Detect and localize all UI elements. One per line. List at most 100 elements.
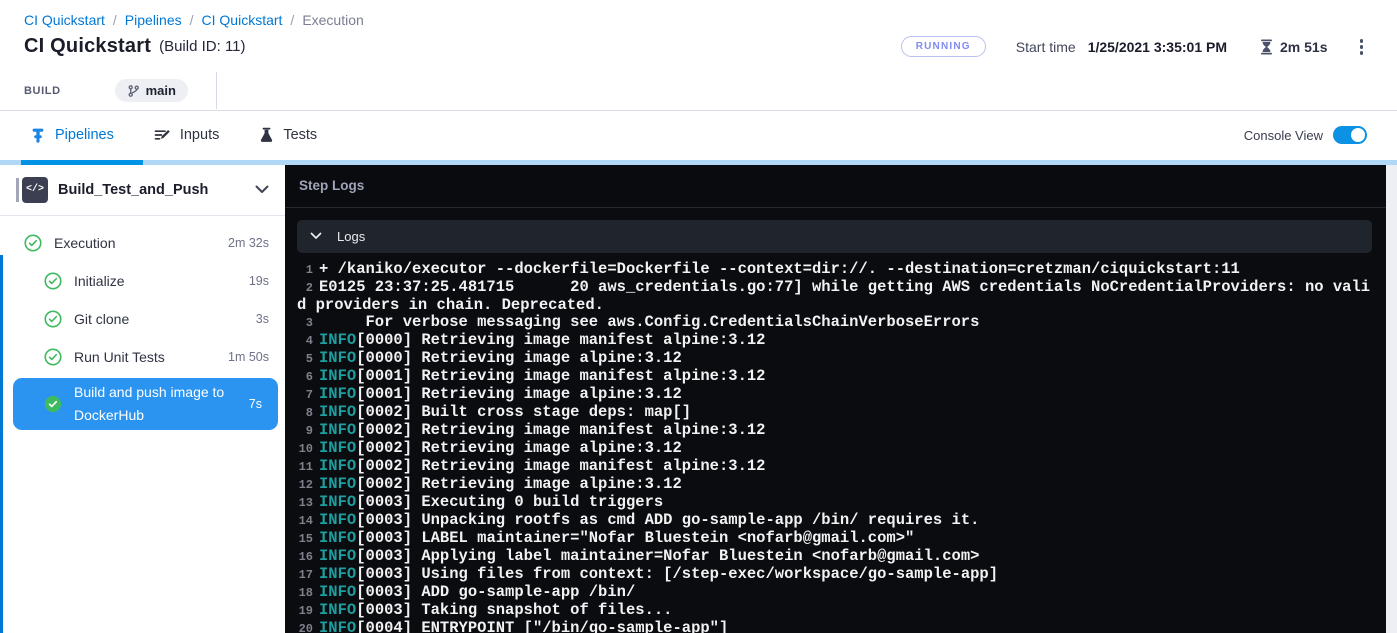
tab-label: Inputs <box>180 127 220 143</box>
tab-inputs[interactable]: Inputs <box>154 127 220 143</box>
step-duration: 7s <box>241 397 262 411</box>
log-line-text: INFO[0004] ENTRYPOINT ["/bin/go-sample-a… <box>319 620 728 633</box>
log-line: 6 INFO[0001] Retrieving image manifest al… <box>297 368 1372 386</box>
log-line-text: INFO[0001] Retrieving image manifest alp… <box>319 368 766 385</box>
log-line-text: INFO[0003] Applying label maintainer=Nof… <box>319 548 979 565</box>
log-line-number: 3 <box>297 315 313 332</box>
kebab-menu-icon[interactable] <box>1354 35 1370 59</box>
log-line: 9 INFO[0002] Retrieving image manifest al… <box>297 422 1372 440</box>
log-line-text: d providers in chain. Deprecated. <box>297 297 604 314</box>
page-title: CI Quickstart <box>24 35 151 58</box>
log-line: 1 + /kaniko/executor --dockerfile=Dockerf… <box>297 261 1372 279</box>
log-line-number: 2 <box>297 280 313 297</box>
step-row-initialize[interactable]: Initialize 19s <box>0 262 285 300</box>
log-line: 11 INFO[0002] Retrieving image manifest a… <box>297 458 1372 476</box>
breadcrumb-link[interactable]: CI Quickstart <box>24 12 105 28</box>
log-line-number: 19 <box>297 603 313 620</box>
log-line-text: INFO[0002] Retrieving image manifest alp… <box>319 458 766 475</box>
log-line: 10 INFO[0002] Retrieving image alpine:3.1… <box>297 440 1372 458</box>
check-circle-icon <box>44 272 62 290</box>
log-line: 13INFO[0003] Executing 0 build triggers <box>297 494 1372 512</box>
log-line-text: INFO[0003] ADD go-sample-app /bin/ <box>319 584 635 601</box>
log-line: 18INFO[0003] ADD go-sample-app /bin/ <box>297 584 1372 602</box>
step-duration: 2m 32s <box>220 236 269 250</box>
log-line-number: 20 <box>297 621 313 633</box>
breadcrumb: CI Quickstart / Pipelines / CI Quickstart / Ex… <box>24 12 1369 28</box>
console-view-label: Console View <box>1244 128 1323 143</box>
breadcrumb-link[interactable]: Pipelines <box>125 12 182 28</box>
step-row-build-and-push-image-to-dockerhub[interactable]: Build and push image to DockerHub 7s <box>13 378 278 430</box>
step-label: Execution <box>54 235 115 251</box>
logs-collapse-header[interactable]: Logs <box>297 220 1372 253</box>
step-label: Git clone <box>74 311 129 327</box>
title-row: CI Quickstart (Build ID: 11) RUNNING Sta… <box>24 35 1369 59</box>
step-row-execution[interactable]: Execution 2m 32s <box>0 224 285 262</box>
log-line-number: 5 <box>297 351 313 368</box>
tab-pipelines[interactable]: Pipelines <box>30 127 114 144</box>
build-label: BUILD <box>24 85 61 97</box>
log-line-text: E0125 23:37:25.481715 20 aws_credentials… <box>319 279 1370 296</box>
console-view-toggle[interactable] <box>1333 126 1367 144</box>
breadcrumb-separator: / <box>190 12 194 28</box>
log-line: 3 For verbose messaging see aws.Config.C… <box>297 314 1372 332</box>
chevron-down-icon <box>310 232 322 240</box>
log-line-text: INFO[0003] LABEL maintainer="Nofar Blues… <box>319 530 914 547</box>
hourglass-icon <box>1259 39 1274 55</box>
breadcrumb-link: Execution <box>302 12 363 28</box>
tab-bar: Pipelines Inputs Tests Console View <box>0 111 1397 160</box>
stage-header[interactable]: </> Build_Test_and_Push <box>0 165 285 216</box>
pipeline-icon <box>30 127 46 144</box>
step-duration: 19s <box>241 274 269 288</box>
breadcrumb-separator: / <box>290 12 294 28</box>
log-line: 15INFO[0003] LABEL maintainer="Nofar Blu… <box>297 530 1372 548</box>
tab-tests[interactable]: Tests <box>259 127 317 143</box>
log-line-text: INFO[0002] Retrieving image alpine:3.12 <box>319 440 682 457</box>
build-id: (Build ID: 11) <box>159 38 245 55</box>
check-circle-icon <box>44 348 62 366</box>
log-line-text: + /kaniko/executor --dockerfile=Dockerfi… <box>319 261 1240 278</box>
page-scroll-gutter[interactable] <box>1386 165 1397 633</box>
inputs-icon <box>154 127 171 143</box>
breadcrumb-link[interactable]: CI Quickstart <box>202 12 283 28</box>
active-stage-accent <box>0 255 3 633</box>
log-line-number: 8 <box>297 405 313 422</box>
start-time-label: Start time <box>1016 39 1076 55</box>
log-line-number: 14 <box>297 513 313 530</box>
step-label: Build and push image to DockerHub <box>74 381 232 426</box>
check-circle-icon <box>24 234 42 252</box>
build-row: BUILD main <box>24 72 1369 110</box>
log-line-text: INFO[0003] Unpacking rootfs as cmd ADD g… <box>319 512 979 529</box>
log-line-number: 1 <box>297 262 313 279</box>
log-line: 19 INFO[0003] Taking snapshot of files... <box>297 602 1372 620</box>
log-line-number: 9 <box>297 423 313 440</box>
log-line: 8 INFO[0002] Built cross stage deps: map[… <box>297 404 1372 422</box>
step-row-git-clone[interactable]: Git clone3s <box>0 300 285 338</box>
chevron-down-icon[interactable] <box>255 185 269 194</box>
log-line-number: 10 <box>297 441 313 458</box>
log-line-number: 13 <box>297 495 313 512</box>
breadcrumb-separator: / <box>113 12 117 28</box>
log-line: 12INFO[0002] Retrieving image alpine:3.1… <box>297 476 1372 494</box>
log-line-number: 4 <box>297 333 313 350</box>
tab-label: Pipelines <box>55 127 114 143</box>
log-line-text: INFO[0002] Retrieving image alpine:3.12 <box>319 476 682 493</box>
log-lines: 1 + /kaniko/executor --dockerfile=Dockerf… <box>297 253 1372 633</box>
log-line-text: INFO[0002] Retrieving image manifest alp… <box>319 422 766 439</box>
log-line-number: 6 <box>297 369 313 386</box>
execution-page: CI Quickstart / Pipelines / CI Quickstart / Ex… <box>0 0 1397 633</box>
step-row-run-unit-tests[interactable]: Run Unit Tests1m 50s <box>0 338 285 376</box>
console-log-body: Logs 1 + /kaniko/executor --dockerfile=Do… <box>285 208 1386 633</box>
log-line-number: 17 <box>297 567 313 584</box>
log-line: 14 INFO[0003] Unpacking rootfs as cmd ADD… <box>297 512 1372 530</box>
log-line: 20 INFO[0004] ENTRYPOINT ["/bin/go-sample… <box>297 620 1372 633</box>
log-line-text: INFO[0003] Taking snapshot of files... <box>319 602 672 619</box>
step-label: Initialize <box>74 273 125 289</box>
log-line-text: INFO[0002] Built cross stage deps: map[] <box>319 404 691 421</box>
git-branch-icon <box>127 84 140 98</box>
log-line: 16INFO[0003] Applying label maintainer=N… <box>297 548 1372 566</box>
log-line-number: 11 <box>297 459 313 476</box>
status-badge: RUNNING <box>901 36 986 57</box>
log-line-text: INFO[0000] Retrieving image alpine:3.12 <box>319 350 682 367</box>
divider <box>216 72 217 109</box>
check-circle-icon <box>44 395 62 413</box>
